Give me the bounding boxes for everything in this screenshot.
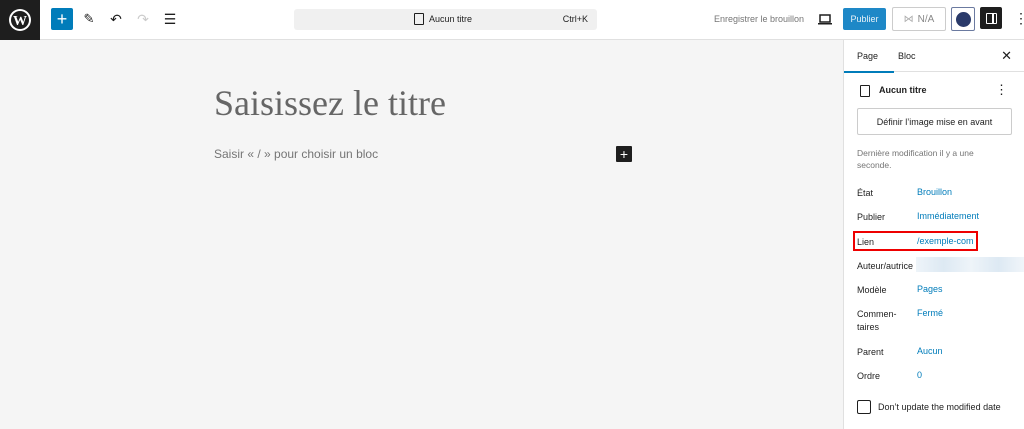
link-value[interactable]: /exemple-com: [917, 236, 974, 246]
plugin-settings-button[interactable]: [951, 7, 975, 31]
row-label: Publier: [857, 212, 886, 222]
document-title: Aucun titre: [879, 85, 927, 95]
add-block-button[interactable]: +: [51, 8, 73, 30]
shortcut-label: Ctrl+K: [562, 14, 588, 24]
document-actions-icon[interactable]: ⋮: [995, 82, 1008, 98]
tab-page[interactable]: Page: [843, 51, 895, 73]
inline-add-block-button[interactable]: +: [616, 146, 632, 162]
publish-button[interactable]: Publier: [843, 8, 886, 30]
row-label: Commen-taires: [857, 309, 897, 332]
wordpress-logo[interactable]: W: [0, 0, 40, 40]
svg-text:W: W: [13, 14, 27, 29]
dont-update-date-checkbox[interactable]: [857, 400, 871, 414]
wordpress-icon: W: [9, 9, 31, 31]
document-icon: [860, 85, 870, 97]
settings-sidebar-toggle[interactable]: [980, 7, 1002, 29]
top-toolbar: W + ✎ ↶ ↷ ☰ Aucun titre Ctrl+K Enregistr…: [0, 0, 1024, 40]
gear-icon: [955, 11, 971, 27]
seo-icon: ⋈: [903, 13, 914, 25]
more-options-icon[interactable]: ⋮: [1014, 10, 1024, 27]
checkbox-label: Don’t update the modified date: [878, 402, 1001, 412]
parent-value[interactable]: Aucun: [917, 346, 943, 356]
seo-score: N/A: [917, 13, 935, 25]
row-label: État: [857, 188, 874, 198]
row-label: Ordre: [857, 371, 881, 381]
block-placeholder[interactable]: Saisir « / » pour choisir un bloc: [214, 147, 378, 161]
status-value[interactable]: Brouillon: [917, 187, 952, 197]
close-icon[interactable]: ✕: [1001, 48, 1012, 64]
template-value[interactable]: Pages: [917, 284, 943, 294]
row-label: Parent: [857, 347, 884, 357]
preview-icon[interactable]: [817, 12, 833, 26]
edit-tools-icon[interactable]: ✎: [80, 10, 98, 28]
featured-image-button[interactable]: Définir l’image mise en avant: [857, 108, 1012, 135]
author-value-blurred[interactable]: [916, 257, 1024, 272]
seo-score-button[interactable]: ⋈ N/A: [892, 7, 946, 31]
order-value[interactable]: 0: [917, 370, 922, 380]
comments-value[interactable]: Fermé: [917, 308, 943, 318]
save-draft-button[interactable]: Enregistrer le brouillon: [714, 14, 804, 24]
tab-block[interactable]: Bloc: [898, 51, 916, 61]
command-title: Aucun titre: [429, 14, 473, 24]
sidebar-icon: [985, 12, 997, 24]
redo-icon[interactable]: ↷: [134, 10, 152, 28]
last-modified-text: Dernière modification il y a une seconde…: [857, 148, 974, 170]
document-overview-icon[interactable]: ☰: [161, 10, 179, 28]
editor-canvas: Saisissez le titre Saisir « / » pour cho…: [0, 40, 843, 429]
settings-sidebar: Page Bloc ✕ Aucun titre ⋮ Définir l’imag…: [843, 40, 1024, 429]
sidebar-tabs: Page Bloc ✕: [843, 40, 1024, 73]
publish-value[interactable]: Immédiatement: [917, 211, 979, 221]
title-input[interactable]: Saisissez le titre: [214, 82, 446, 124]
undo-icon[interactable]: ↶: [107, 10, 125, 28]
row-label: Modèle: [857, 285, 887, 295]
document-icon: [414, 13, 424, 25]
command-palette-button[interactable]: Aucun titre Ctrl+K: [294, 9, 597, 30]
row-label: Lien: [857, 237, 875, 247]
